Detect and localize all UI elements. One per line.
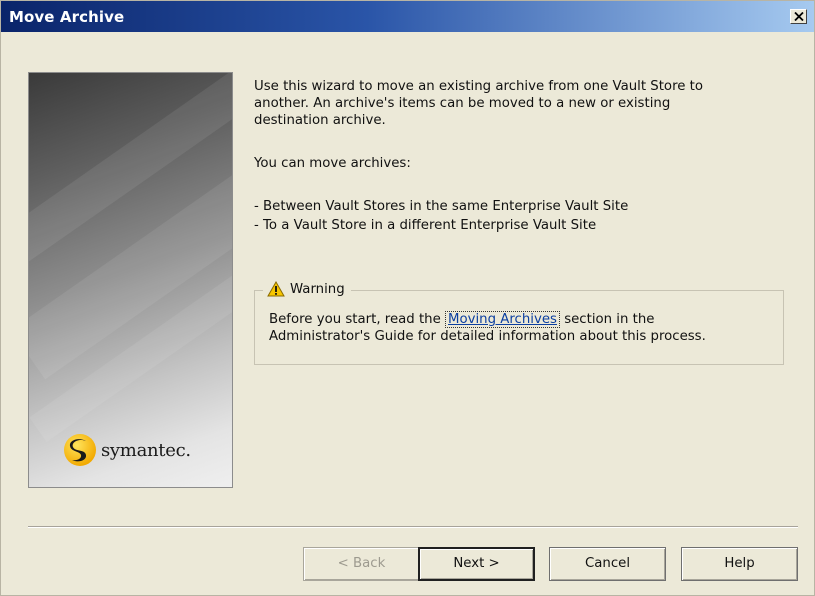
warning-groupbox: Warning Before you start, read the Movin… <box>254 279 784 365</box>
warning-legend: Warning <box>263 279 351 299</box>
warning-icon <box>267 281 285 297</box>
warning-label: Warning <box>290 281 345 297</box>
bullet-item: - To a Vault Store in a different Enterp… <box>254 218 597 233</box>
window-title: Move Archive <box>9 8 125 26</box>
back-button[interactable]: < Back <box>303 547 420 581</box>
moving-archives-link[interactable]: Moving Archives <box>445 311 560 328</box>
move-options-heading: You can move archives: <box>254 156 411 171</box>
button-separator <box>28 526 798 528</box>
close-icon <box>794 12 804 21</box>
help-button[interactable]: Help <box>681 547 798 581</box>
symantec-logo: symantec. <box>63 432 191 468</box>
symantec-logo-icon <box>64 434 96 466</box>
warning-text-line2: Administrator's Guide for detailed infor… <box>269 329 706 344</box>
logo-text: symantec. <box>101 439 191 461</box>
warning-text-start: Before you start, read the <box>269 312 446 327</box>
cancel-button[interactable]: Cancel <box>549 547 666 581</box>
next-button[interactable]: Next > <box>418 547 535 581</box>
intro-paragraph: Use this wizard to move an existing arch… <box>254 78 789 129</box>
bullet-item: - Between Vault Stores in the same Enter… <box>254 199 629 214</box>
intro-line: destination archive. <box>254 113 386 128</box>
close-button[interactable] <box>790 9 807 24</box>
warning-text: Before you start, read the Moving Archiv… <box>269 311 779 345</box>
intro-line: Use this wizard to move an existing arch… <box>254 79 704 94</box>
move-archive-dialog: Move Archive symantec. Use this wizard t… <box>0 0 815 596</box>
wizard-side-banner: symantec. <box>28 72 233 488</box>
warning-text-end: section in the <box>559 312 655 327</box>
intro-line: another. An archive's items can be moved… <box>254 96 671 111</box>
title-bar[interactable]: Move Archive <box>1 1 814 32</box>
